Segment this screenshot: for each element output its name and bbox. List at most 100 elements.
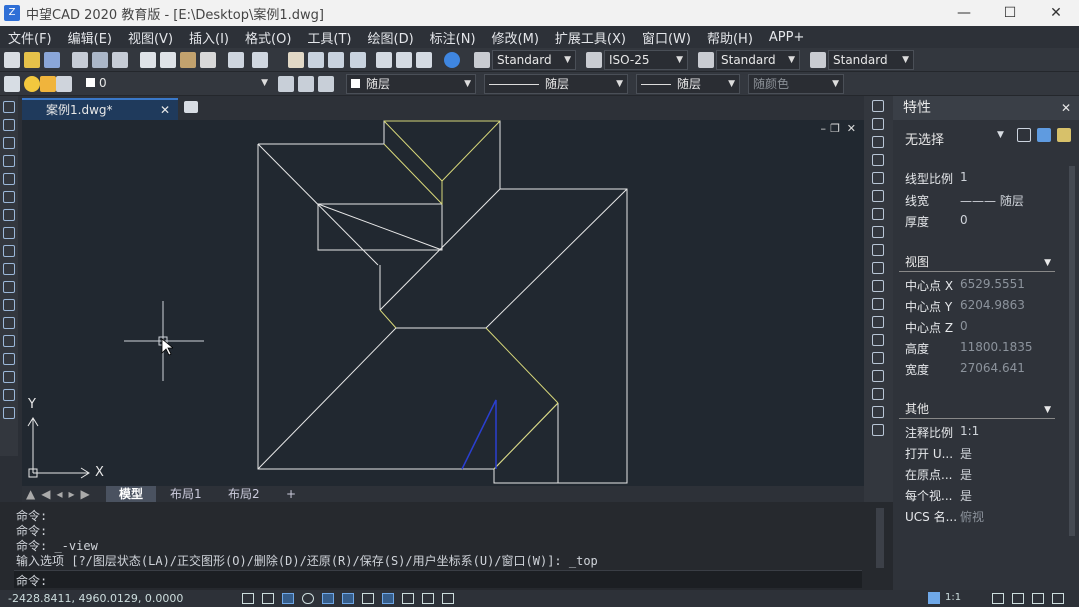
menu-file[interactable]: 文件(F) — [0, 28, 60, 47]
move-icon[interactable] — [872, 190, 884, 202]
selection-cycling-icon[interactable] — [422, 593, 434, 604]
mtext-icon[interactable] — [3, 407, 15, 419]
spline-icon[interactable] — [3, 245, 15, 257]
layer-lock-icon[interactable] — [56, 76, 72, 92]
erase-icon[interactable] — [872, 100, 884, 112]
layer-on-bulb-icon[interactable] — [24, 76, 40, 92]
linetype-select[interactable]: 随层 ▼ — [484, 74, 628, 94]
menu-window[interactable]: 窗口(W) — [634, 28, 699, 47]
polyline-icon[interactable] — [3, 191, 15, 203]
layout-nav-arrows-icon[interactable]: ▲◀◂▸▶ — [26, 486, 96, 502]
zoom-previous-icon[interactable] — [350, 52, 366, 68]
section-misc[interactable]: 其他 ▼ — [899, 401, 1055, 419]
maximize-button[interactable]: ☐ — [987, 0, 1033, 26]
join-icon[interactable] — [872, 334, 884, 346]
trim-icon[interactable] — [872, 262, 884, 274]
dim-style-select[interactable]: ISO-25 ▼ — [604, 50, 688, 70]
menu-insert[interactable]: 插入(I) — [181, 28, 237, 47]
drawing-canvas[interactable]: – ❐ ✕ Y X — [22, 120, 864, 486]
new-tab-icon[interactable] — [184, 101, 198, 113]
stretch-icon[interactable] — [872, 244, 884, 256]
tab-model[interactable]: 模型 — [106, 486, 156, 502]
command-input[interactable]: 命令: — [14, 570, 862, 588]
rotate-icon[interactable] — [872, 208, 884, 220]
point-icon[interactable] — [3, 335, 15, 347]
clean-screen-icon[interactable] — [1052, 593, 1064, 604]
select-objects-icon[interactable] — [1037, 128, 1051, 142]
coordinates-readout[interactable]: -2428.8411, 4960.0129, 0.0000 — [8, 592, 183, 605]
fillet-icon[interactable] — [872, 370, 884, 382]
new-file-icon[interactable] — [4, 52, 20, 68]
color-select[interactable]: 随层 ▼ — [346, 74, 476, 94]
help-icon[interactable] — [444, 52, 460, 68]
text-style-select[interactable]: Standard ▼ — [492, 50, 576, 70]
prop-value-lineweight[interactable]: ——— 随层 — [960, 192, 1024, 209]
snap-mode-icon[interactable] — [242, 593, 254, 604]
tab-layout2[interactable]: 布局2 — [228, 486, 260, 502]
offset-icon[interactable] — [872, 154, 884, 166]
prop-value-thickness[interactable]: 0 — [960, 213, 968, 227]
undo-icon[interactable] — [228, 52, 244, 68]
prop-value-per-viewport[interactable]: 是 — [960, 487, 972, 504]
tab-add-layout[interactable]: + — [286, 486, 296, 502]
mirror-icon[interactable] — [872, 136, 884, 148]
properties-scrollbar[interactable] — [1069, 166, 1075, 536]
layer-freeze-sun-icon[interactable] — [40, 76, 56, 92]
line-icon[interactable] — [3, 101, 15, 113]
zoom-realtime-icon[interactable] — [308, 52, 324, 68]
draworder-icon[interactable] — [872, 424, 884, 436]
menu-format[interactable]: 格式(O) — [237, 28, 299, 47]
break-point-icon[interactable] — [872, 298, 884, 310]
prop-value-ucs-icon-on[interactable]: 是 — [960, 445, 972, 462]
prop-value-linetype-scale[interactable]: 1 — [960, 170, 968, 184]
menu-help[interactable]: 帮助(H) — [699, 28, 761, 47]
polygon-icon[interactable] — [3, 155, 15, 167]
chamfer-icon[interactable] — [872, 352, 884, 364]
layer-state-icon[interactable] — [318, 76, 334, 92]
menu-view[interactable]: 视图(V) — [120, 28, 181, 47]
table-style-select[interactable]: Standard ▼ — [716, 50, 800, 70]
insert-block-icon[interactable] — [3, 299, 15, 311]
prop-value-annotation-scale[interactable]: 1:1 — [960, 424, 979, 438]
make-current-layer-icon[interactable] — [278, 76, 294, 92]
prop-value-at-origin[interactable]: 是 — [960, 466, 972, 483]
copy-icon[interactable] — [160, 52, 176, 68]
layer-previous-icon[interactable] — [298, 76, 314, 92]
match-properties-icon[interactable] — [200, 52, 216, 68]
quick-select-icon[interactable] — [1057, 128, 1071, 142]
scale-icon[interactable] — [872, 226, 884, 238]
rectangle-icon[interactable] — [3, 173, 15, 185]
pan-icon[interactable] — [288, 52, 304, 68]
table-icon[interactable] — [3, 389, 15, 401]
tab-layout1[interactable]: 布局1 — [170, 486, 202, 502]
properties-close-icon[interactable]: ✕ — [1061, 96, 1071, 120]
selection-dropdown-icon[interactable]: ▼ — [997, 130, 1004, 140]
region-icon[interactable] — [3, 371, 15, 383]
close-button[interactable]: ✕ — [1033, 0, 1079, 26]
minimize-button[interactable]: — — [941, 0, 987, 26]
polar-tracking-icon[interactable] — [302, 593, 314, 604]
array-icon[interactable] — [872, 172, 884, 184]
copy-object-icon[interactable] — [872, 118, 884, 130]
lineweight-display-icon[interactable] — [402, 593, 414, 604]
print-preview-icon[interactable] — [92, 52, 108, 68]
mleader-style-select[interactable]: Standard ▼ — [828, 50, 914, 70]
hatch-icon[interactable] — [3, 353, 15, 365]
section-view[interactable]: 视图 ▼ — [899, 254, 1055, 272]
open-file-icon[interactable] — [24, 52, 40, 68]
cut-icon[interactable] — [140, 52, 156, 68]
object-snap-icon[interactable] — [322, 593, 334, 604]
design-center-icon[interactable] — [396, 52, 412, 68]
document-tab[interactable]: 案例1.dwg* ✕ — [22, 98, 178, 120]
ortho-mode-icon[interactable] — [282, 593, 294, 604]
menu-extensions[interactable]: 扩展工具(X) — [547, 28, 634, 47]
workspace-icon[interactable] — [992, 593, 1004, 604]
properties-icon[interactable] — [376, 52, 392, 68]
annotation-scale-value[interactable]: 1:1 — [945, 592, 961, 603]
layer-tools-icon[interactable] — [872, 406, 884, 418]
ellipse-icon[interactable] — [3, 263, 15, 275]
make-block-icon[interactable] — [3, 317, 15, 329]
save-icon[interactable] — [44, 52, 60, 68]
print-icon[interactable] — [72, 52, 88, 68]
menu-app-plus[interactable]: APP+ — [761, 30, 812, 45]
